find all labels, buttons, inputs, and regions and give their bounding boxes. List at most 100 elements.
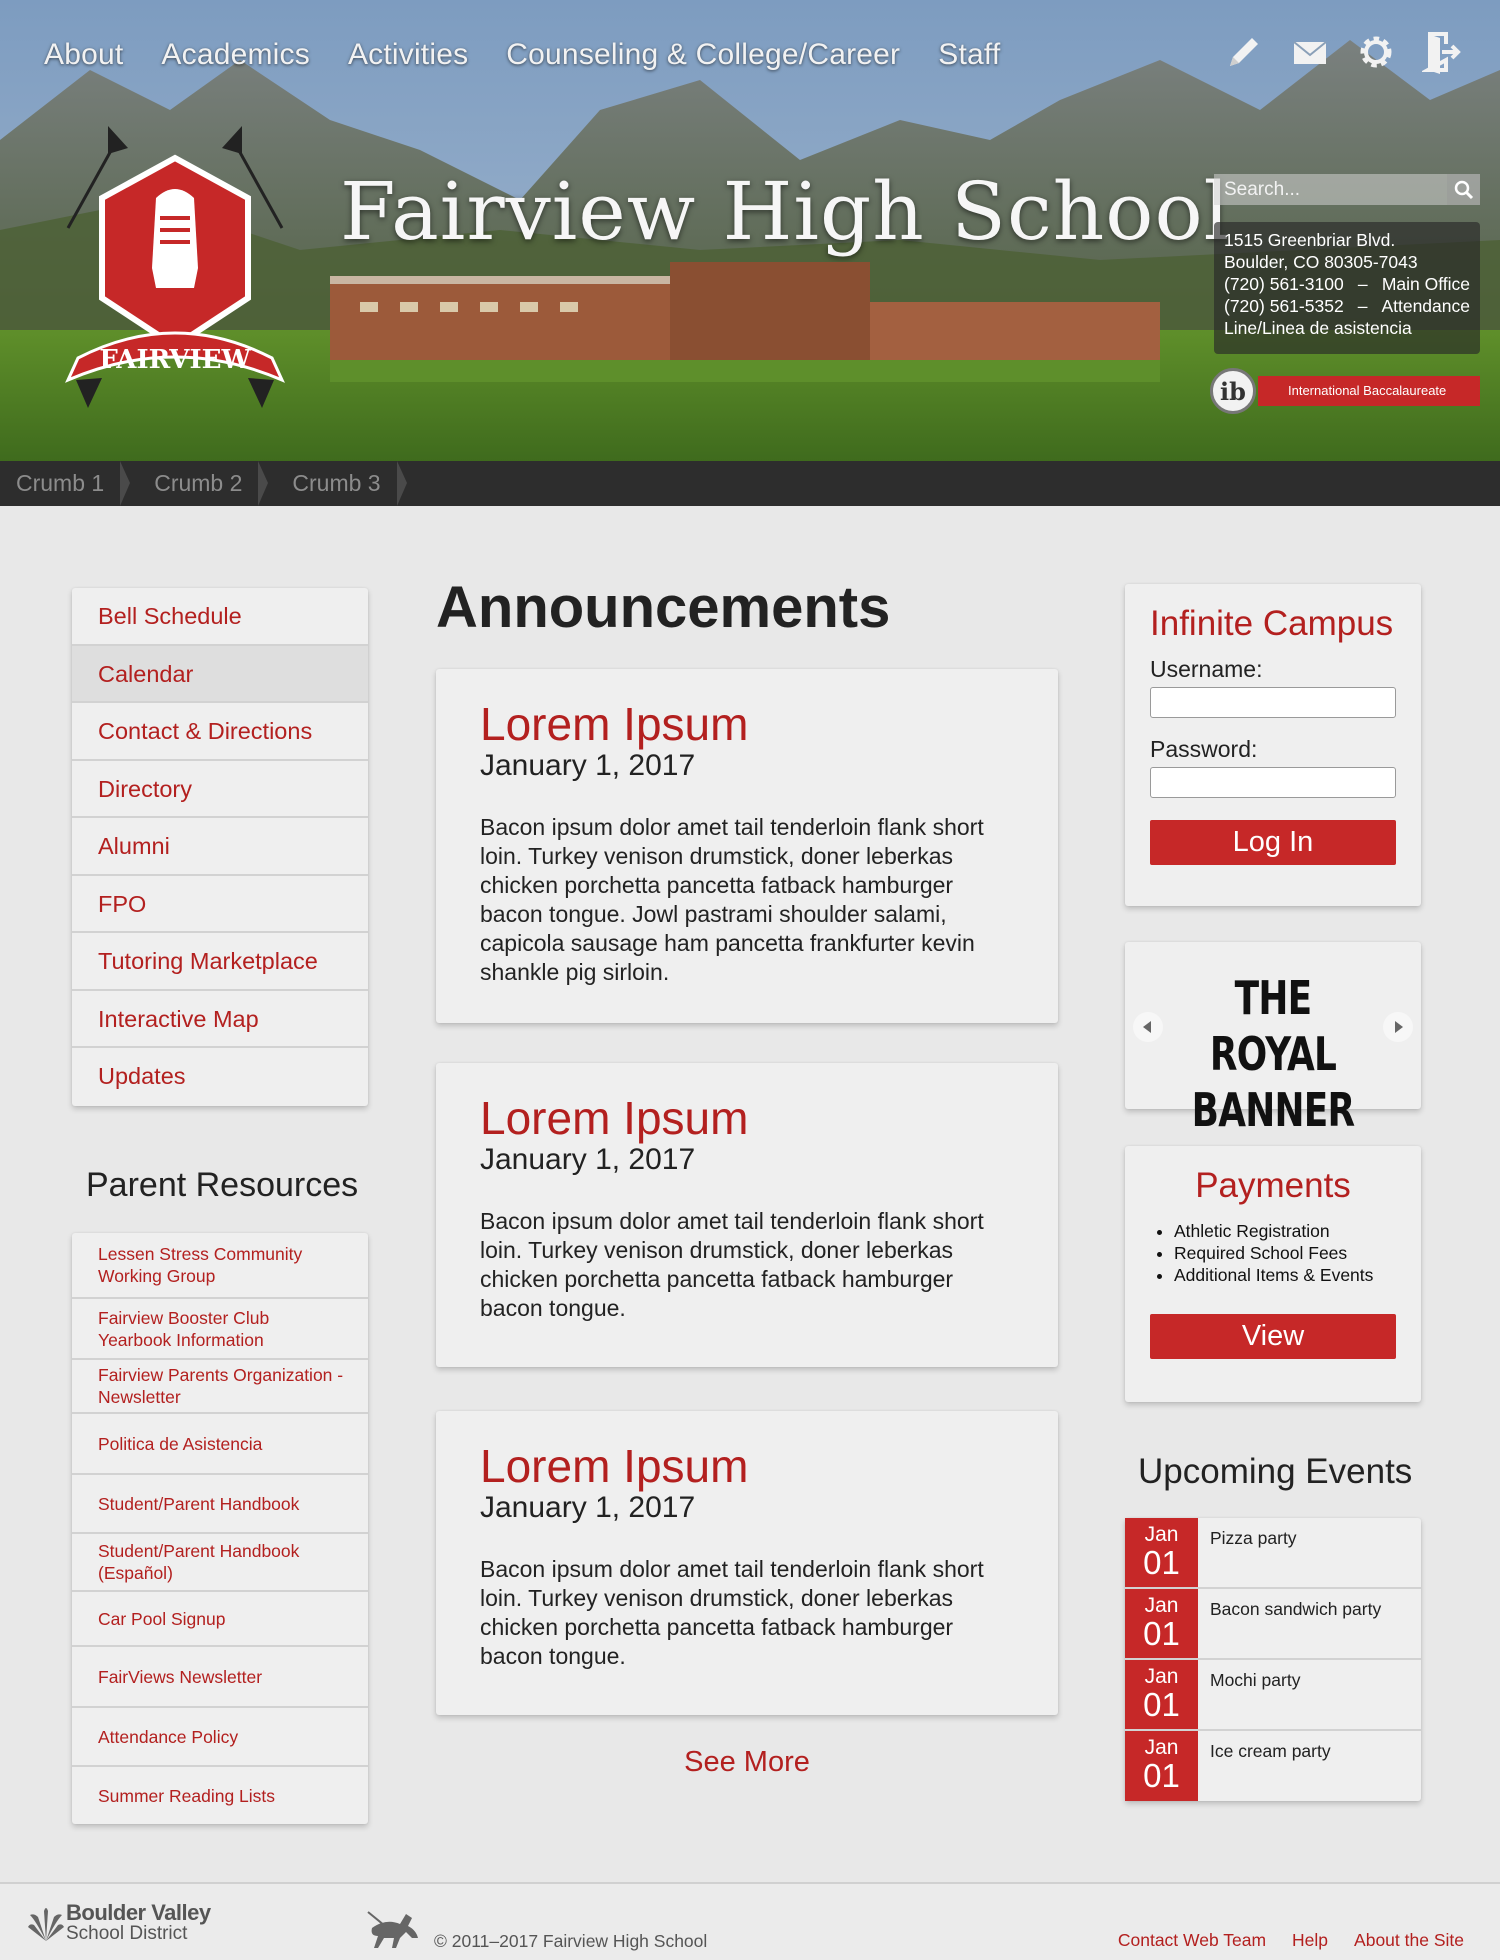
- event-name: Pizza party: [1210, 1528, 1297, 1548]
- event-item[interactable]: Jan 01 Bacon sandwich party: [1125, 1589, 1421, 1660]
- gear-icon[interactable]: [1356, 30, 1396, 74]
- announcement-card: Lorem Ipsum January 1, 2017 Bacon ipsum …: [436, 1063, 1058, 1367]
- event-item[interactable]: Jan 01 Mochi party: [1125, 1660, 1421, 1731]
- ib-link[interactable]: International Baccalaureate: [1258, 376, 1480, 406]
- announcement-heading[interactable]: Lorem Ipsum: [480, 1441, 1014, 1491]
- sidebar-item-directory[interactable]: Directory: [72, 761, 368, 818]
- school-name: Fairview High School: [340, 165, 1231, 258]
- infinite-campus-login: Infinite Campus Username: Password: Log …: [1125, 584, 1421, 906]
- nav-about[interactable]: About: [44, 38, 123, 72]
- nav-counseling[interactable]: Counseling & College/Career: [506, 38, 900, 72]
- login-button[interactable]: Log In: [1150, 820, 1396, 865]
- breadcrumb-item[interactable]: Crumb 1: [0, 461, 131, 506]
- password-label: Password:: [1150, 736, 1258, 762]
- district-logo[interactable]: Boulder Valley School District: [26, 1902, 211, 1944]
- list-item: Athletic Registration: [1174, 1220, 1396, 1242]
- parent-resource-link[interactable]: Student/Parent Handbook: [72, 1475, 368, 1534]
- phone-main: (720) 561-3100 – Main Office: [1224, 274, 1470, 294]
- royal-banner-carousel: THE ROYAL BANNER: [1125, 942, 1421, 1137]
- attendance-line-text: Line/Linea de asistencia: [1224, 318, 1412, 338]
- address-line-1: 1515 Greenbriar Blvd.: [1224, 230, 1396, 250]
- event-name: Ice cream party: [1210, 1741, 1331, 1761]
- announcement-date: January 1, 2017: [480, 749, 696, 782]
- utility-icons: [1224, 30, 1462, 74]
- announcement-heading[interactable]: Lorem Ipsum: [480, 1093, 1014, 1143]
- district-name-line-2: School District: [66, 1923, 188, 1944]
- royal-banner-line-1: THE ROYAL: [1209, 971, 1337, 1081]
- see-more-link[interactable]: See More: [436, 1746, 1058, 1779]
- sidebar-item-alumni[interactable]: Alumni: [72, 818, 368, 876]
- sidebar-item-updates[interactable]: Updates: [72, 1048, 368, 1106]
- site-footer: Boulder Valley School District © 2011–20…: [0, 1882, 1500, 1960]
- mail-icon[interactable]: [1290, 30, 1330, 74]
- breadcrumb-item[interactable]: Crumb 3: [262, 461, 407, 506]
- copyright-text: © 2011–2017 Fairview High School: [434, 1930, 708, 1951]
- carousel-next-button[interactable]: [1383, 1012, 1413, 1042]
- about-site-link[interactable]: About the Site: [1354, 1930, 1464, 1951]
- payments-title: Payments: [1195, 1166, 1351, 1205]
- parent-resource-link[interactable]: Student/Parent Handbook (Español): [72, 1534, 368, 1592]
- district-name-line-1: Boulder Valley: [66, 1900, 211, 1925]
- event-date: Jan 01: [1125, 1589, 1198, 1658]
- phone-attendance-number: (720) 561-5352: [1224, 296, 1344, 316]
- parent-resources-title: Parent Resources: [86, 1166, 359, 1204]
- sidebar-item-contact[interactable]: Contact & Directions: [72, 703, 368, 761]
- chevron-right-icon: [1395, 1021, 1403, 1033]
- sign-out-icon[interactable]: [1422, 30, 1462, 74]
- announcement-body: Bacon ipsum dolor amet tail tenderloin f…: [480, 814, 984, 985]
- ib-logo-icon: ib: [1210, 368, 1256, 414]
- event-item[interactable]: Jan 01 Pizza party: [1125, 1518, 1421, 1589]
- top-nav: About Academics Activities Counseling & …: [44, 38, 1038, 72]
- sidebar-item-tutoring[interactable]: Tutoring Marketplace: [72, 933, 368, 991]
- parent-resource-link[interactable]: Lessen Stress Community Working Group: [72, 1233, 368, 1299]
- event-item[interactable]: Jan 01 Ice cream party: [1125, 1731, 1421, 1801]
- crest-text: FAIRVIEW: [99, 345, 251, 375]
- event-date: Jan 01: [1125, 1660, 1198, 1729]
- announcement-heading[interactable]: Lorem Ipsum: [480, 699, 1014, 749]
- parent-resource-link[interactable]: Fairview Booster Club Yearbook Informati…: [72, 1299, 368, 1360]
- nav-staff[interactable]: Staff: [938, 38, 1000, 72]
- password-field[interactable]: [1150, 767, 1396, 798]
- footer-links: Contact Web Team Help About the Site: [1118, 1930, 1464, 1951]
- help-link[interactable]: Help: [1292, 1930, 1328, 1951]
- page-title: Announcements: [436, 575, 891, 640]
- nav-academics[interactable]: Academics: [161, 38, 310, 72]
- contact-web-team-link[interactable]: Contact Web Team: [1118, 1930, 1266, 1951]
- parent-resources-list: Lessen Stress Community Working Group Fa…: [72, 1233, 368, 1824]
- announcement-body: Bacon ipsum dolor amet tail tenderloin f…: [480, 1208, 984, 1321]
- parent-resource-link[interactable]: Politica de Asistencia: [72, 1414, 368, 1475]
- breadcrumb-item[interactable]: Crumb 2: [124, 461, 269, 506]
- parent-resource-link[interactable]: Attendance Policy: [72, 1708, 368, 1767]
- search-icon: [1454, 180, 1473, 199]
- list-item: Additional Items & Events: [1174, 1264, 1396, 1286]
- school-crest-logo: FAIRVIEW: [65, 126, 285, 408]
- username-field[interactable]: [1150, 687, 1396, 718]
- knight-horse-icon: [367, 1911, 418, 1948]
- address-box: 1515 Greenbriar Blvd. Boulder, CO 80305-…: [1214, 222, 1480, 354]
- parent-resource-link[interactable]: Car Pool Signup: [72, 1592, 368, 1647]
- username-label: Username:: [1150, 656, 1263, 682]
- phone-main-label: Main Office: [1381, 274, 1470, 294]
- sidebar-item-map[interactable]: Interactive Map: [72, 991, 368, 1048]
- events-list: Jan 01 Pizza party Jan 01 Bacon sandwich p…: [1125, 1518, 1421, 1801]
- search-input[interactable]: [1214, 174, 1447, 205]
- nav-activities[interactable]: Activities: [348, 38, 468, 72]
- announcement-date: January 1, 2017: [480, 1491, 696, 1524]
- royal-banner-logo[interactable]: THE ROYAL BANNER: [1189, 970, 1357, 1138]
- phone-main-number: (720) 561-3100: [1224, 274, 1344, 294]
- address-line-2: Boulder, CO 80305-7043: [1224, 252, 1418, 272]
- infinite-campus-title: Infinite Campus: [1150, 604, 1394, 643]
- pencil-icon[interactable]: [1224, 30, 1264, 74]
- sidebar-item-calendar[interactable]: Calendar: [72, 645, 368, 703]
- carousel-prev-button[interactable]: [1133, 1012, 1163, 1042]
- parent-resource-link[interactable]: Summer Reading Lists: [72, 1767, 368, 1824]
- search-button[interactable]: [1447, 174, 1480, 205]
- event-date: Jan 01: [1125, 1731, 1198, 1801]
- site-search: [1214, 174, 1480, 205]
- sidebar-item-bell-schedule[interactable]: Bell Schedule: [72, 588, 368, 646]
- parent-resource-link[interactable]: FairViews Newsletter: [72, 1647, 368, 1708]
- royal-banner-line-2: BANNER: [1191, 1083, 1355, 1137]
- sidebar-item-fpo[interactable]: FPO: [72, 876, 368, 933]
- parent-resource-link[interactable]: Fairview Parents Organization - Newslett…: [72, 1360, 368, 1414]
- view-payments-button[interactable]: View: [1150, 1314, 1396, 1359]
